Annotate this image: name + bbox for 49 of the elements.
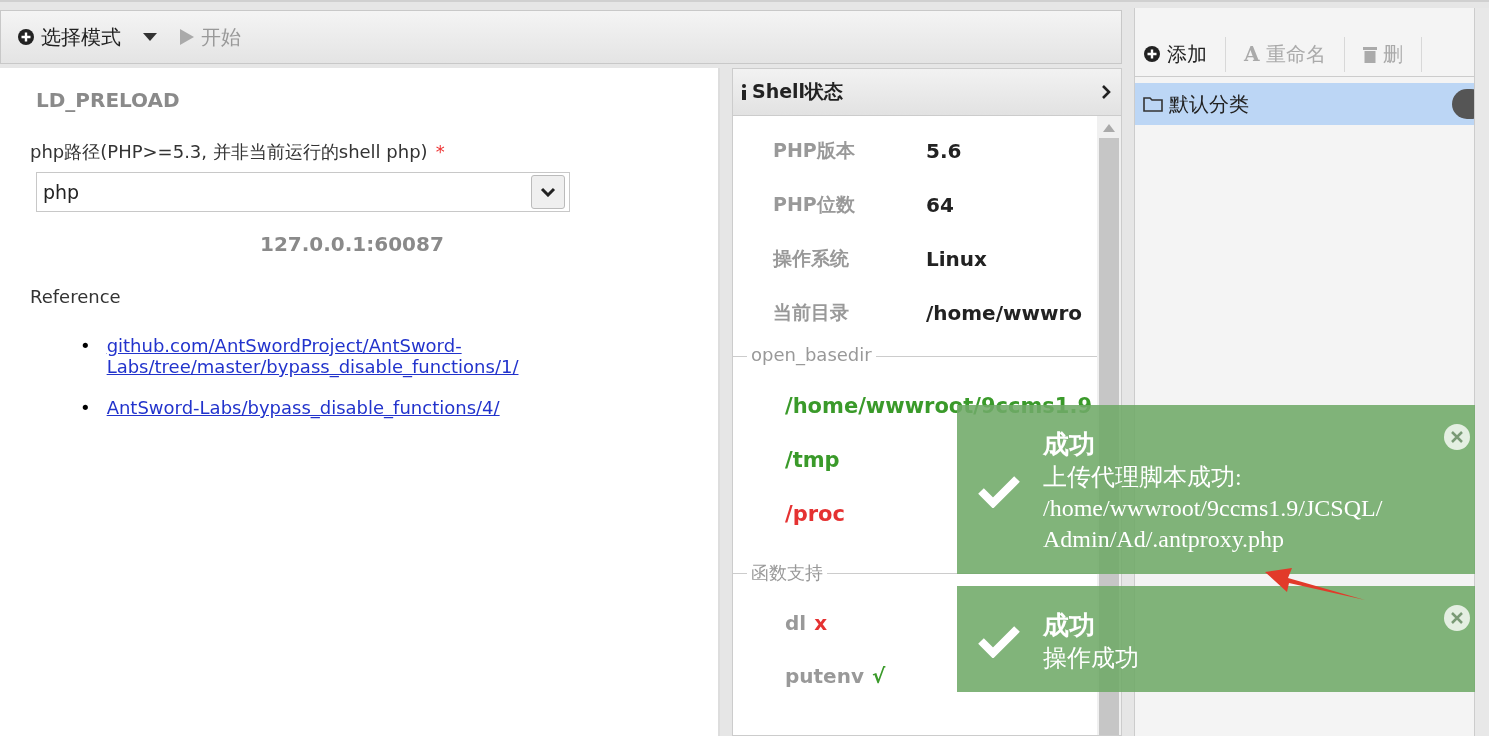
php-path-select[interactable]: php <box>36 172 570 212</box>
panel-title: Shell状态 <box>752 79 844 104</box>
reference-heading: Reference <box>30 286 122 307</box>
group-legend: open_basedir <box>747 344 876 365</box>
category-item[interactable]: 默认分类 <box>1135 83 1475 125</box>
folder-icon <box>1143 96 1163 112</box>
add-button[interactable]: 添加 <box>1143 36 1226 72</box>
reference-link[interactable]: AntSword-Labs/bypass_disable_functions/4/ <box>106 397 500 418</box>
trash-icon <box>1362 45 1377 63</box>
basedir-path: /proc <box>785 502 845 526</box>
info-value: Linux <box>926 247 987 271</box>
field-label: php路径(PHP>=5.3, 并非当前运行的shell php) <box>30 141 428 162</box>
caret-icon <box>143 33 157 41</box>
mode-dropdown[interactable]: 选择模式 <box>15 19 159 55</box>
bullet: • <box>80 335 91 356</box>
function-name: dl <box>785 610 807 635</box>
toast-message: 上传代理脚本成功: /home/wwwroot/9ccms1.9/JCSQL/ Admin/Ad/.antproxy.php <box>1043 463 1383 555</box>
plus-circle-icon <box>1143 45 1161 63</box>
close-icon[interactable] <box>1443 423 1471 451</box>
toast-title: 成功 <box>1043 608 1096 642</box>
reference-link[interactable]: github.com/AntSwordProject/AntSword-Labs/tree/master/bypass_disable_functions/1/ <box>106 335 547 377</box>
toast-title: 成功 <box>1043 428 1096 461</box>
checkmark-icon <box>977 474 1021 509</box>
info-value: /home/wwwro <box>926 301 1083 325</box>
basedir-path: /home/wwwroot/9ccms1.9 <box>785 394 1093 418</box>
required-mark: * <box>435 141 445 162</box>
info-label: 操作系统 <box>773 246 850 271</box>
group-legend: 函数支持 <box>747 561 827 585</box>
chevron-down-icon <box>540 187 556 197</box>
info-value: 5.6 <box>926 139 962 163</box>
toast-message: 操作成功 <box>1043 643 1139 673</box>
section-title: LD_PRELOAD <box>36 88 181 112</box>
scroll-up-icon[interactable] <box>1103 124 1115 132</box>
close-icon[interactable] <box>1443 603 1471 632</box>
support-mark: x <box>814 610 828 635</box>
play-icon <box>179 28 195 46</box>
info-icon <box>741 84 747 100</box>
bullet: • <box>80 397 91 418</box>
address-text: 127.0.0.1:60087 <box>260 232 445 256</box>
chevron-right-icon[interactable] <box>1101 84 1111 100</box>
plus-circle-icon <box>17 28 35 46</box>
basedir-path: /tmp <box>785 448 840 472</box>
checkmark-icon <box>977 623 1021 658</box>
function-name: putenv <box>785 663 864 688</box>
info-label: PHP版本 <box>773 138 856 163</box>
info-label: PHP位数 <box>773 192 856 217</box>
info-value: 64 <box>926 193 954 217</box>
support-mark: √ <box>871 663 886 688</box>
info-label: 当前目录 <box>773 300 850 325</box>
